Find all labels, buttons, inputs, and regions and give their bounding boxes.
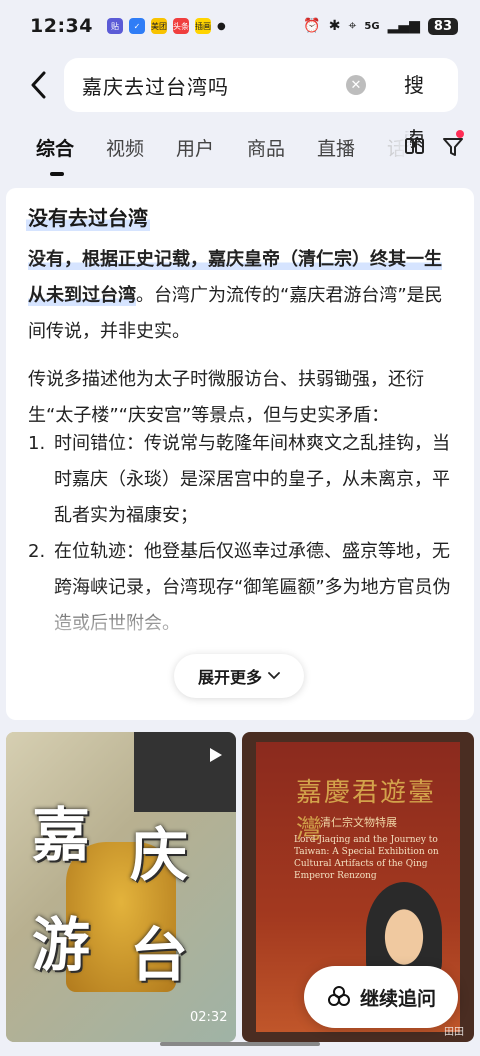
tab-live[interactable]: 直播 — [317, 134, 355, 161]
ai-sparkle-icon — [327, 986, 350, 1006]
clear-icon[interactable]: ✕ — [346, 75, 366, 95]
list-number: 2. — [28, 541, 46, 562]
back-button[interactable] — [18, 65, 58, 105]
list-text: 时间错位：传说常与乾隆年间林爽文之乱挂钩，当时嘉庆（永琰）是深居宫中的皇子，从未… — [54, 433, 450, 526]
tab-bar: 综合 视频 用户 商品 直播 话 — [0, 124, 480, 176]
battery-level: 83 — [427, 17, 458, 35]
poster-subtitle: 清仁宗文物特展 — [320, 816, 397, 829]
alarm-icon: ⏰ — [303, 18, 321, 34]
yellow-app-icon: 插画 — [194, 18, 211, 34]
thumbnail-title-char: 台 — [130, 921, 189, 989]
video-card-jiaqing-tour[interactable]: 嘉 庆 游 台 02:32 — [6, 732, 236, 1042]
video-duration: 02:32 — [190, 1010, 228, 1025]
answer-paragraph-2: 传说多描述他为太子时微服访台、扶弱锄强，还衍生“太子楼”“庆安宫”等景点，但与史… — [28, 369, 424, 426]
tab-all[interactable]: 综合 — [36, 134, 74, 161]
signal-icon: ▂▄▆ — [387, 18, 420, 34]
search-input[interactable]: 嘉庆去过台湾吗 — [82, 71, 229, 100]
content-fade — [6, 588, 474, 648]
status-time: 12:34 — [30, 15, 93, 37]
thumbnail-title-char: 嘉 — [32, 801, 91, 869]
play-icon — [210, 748, 222, 762]
thumbnail-title-char: 庆 — [130, 821, 189, 889]
continue-ask-label: 继续追问 — [359, 987, 436, 1010]
ai-answer-card: 没有去过台湾 没有，根据正史记载，嘉庆皇帝（清仁宗）终其一生从未到过台湾。台湾广… — [6, 188, 474, 720]
blue-app-icon: ✓ — [128, 18, 145, 34]
status-bar: 12:34 贴 ✓ 美团 头条 插画 ● ⏰ ✱ ⌖ 5G ▂▄▆ 83 — [0, 0, 480, 52]
continue-ask-button[interactable]: 继续追问 — [304, 966, 458, 1028]
active-tab-indicator — [50, 172, 64, 176]
layout-toggle-icon[interactable] — [404, 136, 426, 158]
filter-icon[interactable] — [442, 136, 464, 158]
tab-goods[interactable]: 商品 — [247, 134, 285, 161]
chevron-left-icon — [31, 71, 46, 99]
location-icon: ⌖ — [348, 18, 357, 34]
status-right: ⏰ ✱ ⌖ 5G ▂▄▆ 83 — [303, 17, 458, 35]
answer-paragraph-1: 没有，根据正史记载，嘉庆皇帝（清仁宗）终其一生从未到过台湾。台湾广为流传的“嘉庆… — [28, 242, 456, 434]
bluetooth-icon: ✱ — [328, 18, 341, 34]
tab-video[interactable]: 视频 — [106, 134, 144, 161]
tieba-icon: 贴 — [106, 18, 123, 34]
expand-more-button[interactable]: 展开更多 — [174, 654, 304, 698]
search-row: 嘉庆去过台湾吗 ✕ 搜索 — [0, 58, 480, 151]
list-number: 1. — [28, 433, 46, 454]
home-indicator — [160, 1042, 320, 1046]
toutiao-icon: 头条 — [172, 18, 189, 34]
status-app-icons: 贴 ✓ 美团 头条 插画 ● — [106, 18, 226, 34]
filter-badge — [456, 130, 464, 138]
expand-more-label: 展开更多 — [197, 668, 262, 687]
network-label: 5G — [364, 20, 380, 32]
video-watermark: 田田 — [444, 1027, 464, 1038]
thumbnail-title-char: 游 — [32, 911, 91, 979]
chevron-down-icon — [268, 672, 280, 680]
search-box[interactable]: 嘉庆去过台湾吗 ✕ 搜索 — [64, 58, 458, 151]
answer-title: 没有去过台湾 — [26, 202, 150, 231]
search-button[interactable]: 搜索 — [386, 58, 458, 151]
opera-photo-thumbnail — [134, 732, 236, 812]
more-notifications-dot: ● — [216, 20, 226, 32]
poster-english-title: Lord Jiaqing and the Journey to Taiwan: … — [294, 835, 439, 881]
tab-users[interactable]: 用户 — [176, 134, 214, 161]
meituan-icon: 美团 — [150, 18, 167, 34]
